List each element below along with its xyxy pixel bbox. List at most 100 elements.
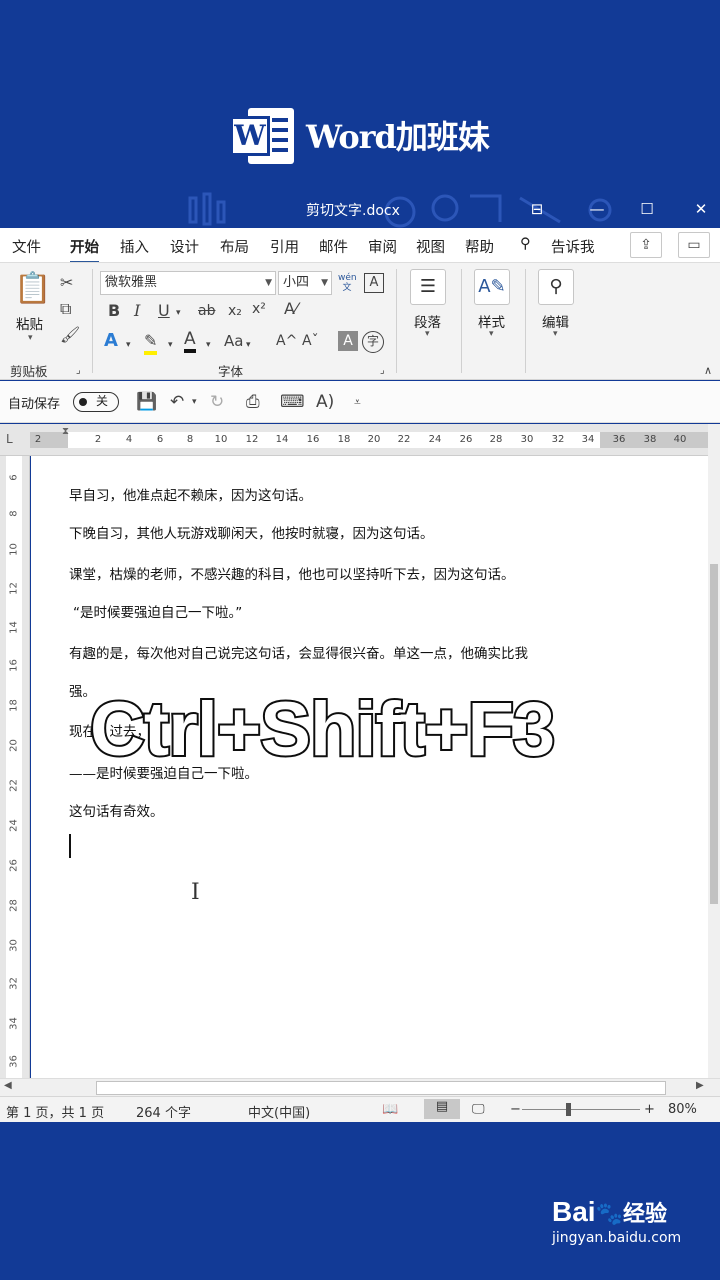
subscript-icon[interactable]: x₂: [228, 301, 242, 321]
tab-mailings[interactable]: 邮件: [319, 236, 348, 257]
language-indicator[interactable]: 中文(中国): [248, 1102, 310, 1121]
shrink-font-icon[interactable]: Aˇ: [302, 331, 319, 351]
styles-icon[interactable]: A✎: [474, 269, 510, 305]
strikethrough-icon[interactable]: ab: [198, 301, 215, 321]
text-effects-icon[interactable]: A: [104, 331, 118, 351]
phonetic-guide-icon[interactable]: wén 文: [338, 273, 357, 293]
paragraph[interactable]: 有趣的是，每次他对自己说完这句话，会显得很兴奋。单这一点，他确实比我: [69, 642, 528, 662]
word-count[interactable]: 264 个字: [136, 1102, 191, 1121]
font-name-combo[interactable]: 微软雅黑 ▼: [100, 271, 276, 295]
ribbon-display-icon[interactable]: ⊟: [526, 198, 548, 220]
print-layout-icon[interactable]: ▤: [424, 1099, 460, 1119]
close-button[interactable]: ✕: [690, 198, 712, 220]
clear-formatting-icon[interactable]: A⁄: [284, 299, 298, 319]
paragraph[interactable]: 课堂，枯燥的老师，不感兴趣的科目，他也可以坚持听下去，因为这句话。: [69, 563, 515, 583]
zoom-slider-track[interactable]: [522, 1109, 640, 1110]
paragraph[interactable]: 早自习，他准点起不赖床，因为这句话。: [69, 484, 312, 504]
editing-dropdown-icon[interactable]: ▾: [553, 329, 558, 339]
tab-insert[interactable]: 插入: [120, 236, 149, 257]
horizontal-scrollbar[interactable]: ◀ ▶: [0, 1078, 720, 1096]
read-mode-icon[interactable]: 📖: [382, 1102, 398, 1117]
ruler-number: 4: [125, 434, 133, 445]
scroll-left-icon[interactable]: ◀: [4, 1080, 12, 1091]
grow-font-icon[interactable]: A^: [276, 331, 297, 351]
search-icon[interactable]: ⚲: [520, 236, 531, 252]
zoom-slider-knob[interactable]: [566, 1103, 571, 1116]
save-icon[interactable]: 💾: [136, 391, 157, 413]
zoom-out-icon[interactable]: −: [510, 1102, 521, 1117]
scroll-right-icon[interactable]: ▶: [696, 1080, 704, 1091]
baidu-logo: Bai🐾经验: [552, 1196, 681, 1228]
paste-dropdown-icon[interactable]: ▾: [28, 333, 33, 343]
paragraph-dropdown-icon[interactable]: ▾: [425, 329, 430, 339]
minimize-button[interactable]: —: [586, 198, 608, 220]
highlight-dropdown-icon[interactable]: ▾: [168, 335, 173, 355]
touch-mode-icon[interactable]: ⌨: [280, 391, 305, 413]
cut-icon[interactable]: ✂: [60, 273, 73, 293]
character-border-icon[interactable]: A: [364, 273, 384, 293]
vertical-scrollbar[interactable]: [708, 424, 720, 1078]
superscript-icon[interactable]: x²: [252, 299, 266, 319]
ruler-number: 24: [428, 434, 442, 445]
paragraph[interactable]: “是时候要强迫自己一下啦。”: [73, 601, 242, 621]
font-size-combo[interactable]: 小四 ▼: [278, 271, 332, 295]
ribbon-separator: [525, 269, 526, 373]
read-aloud-icon[interactable]: A): [316, 391, 334, 413]
paste-icon[interactable]: 📋: [14, 271, 51, 307]
web-layout-icon[interactable]: 🖵: [472, 1102, 485, 1117]
copy-icon[interactable]: ⧉: [60, 299, 71, 319]
zoom-level[interactable]: 80%: [668, 1102, 697, 1117]
tab-selector-icon[interactable]: L: [6, 432, 13, 446]
change-case-icon[interactable]: Aa: [224, 331, 243, 351]
underline-dropdown-icon[interactable]: ▾: [176, 303, 181, 323]
format-painter-icon[interactable]: 🖌: [60, 325, 80, 345]
redo-icon[interactable]: ↻: [210, 391, 224, 413]
zoom-in-icon[interactable]: +: [644, 1102, 655, 1117]
tab-file[interactable]: 文件: [12, 236, 41, 257]
customize-toolbar-icon[interactable]: ⩡: [354, 391, 361, 413]
collapse-ribbon-icon[interactable]: ∧: [704, 361, 712, 381]
enclose-characters-icon[interactable]: 字: [362, 331, 384, 353]
font-color-icon[interactable]: A: [184, 329, 196, 353]
autosave-toggle[interactable]: 关: [73, 392, 119, 412]
maximize-button[interactable]: ☐: [636, 198, 658, 220]
change-case-dropdown-icon[interactable]: ▾: [246, 335, 251, 355]
undo-icon[interactable]: ↶: [170, 391, 184, 413]
editing-button[interactable]: 编辑: [542, 311, 569, 331]
share-icon[interactable]: ⇪: [630, 232, 662, 258]
tab-help[interactable]: 帮助: [465, 236, 494, 257]
character-shading-icon[interactable]: A: [338, 331, 358, 351]
tab-view[interactable]: 视图: [416, 236, 445, 257]
tab-layout[interactable]: 布局: [220, 236, 249, 257]
italic-icon[interactable]: I: [134, 301, 140, 321]
highlight-icon[interactable]: ✎: [144, 331, 158, 355]
print-preview-icon[interactable]: ⎙: [246, 391, 260, 413]
comments-icon[interactable]: ▭: [678, 232, 710, 258]
tab-references[interactable]: 引用: [270, 236, 299, 257]
horizontal-ruler[interactable]: L 2 ⧗ 2 4 6 8 10 12 14 16 18 20 22 24 26…: [0, 424, 720, 456]
indent-marker-icon[interactable]: ⧗: [62, 426, 69, 437]
tab-review[interactable]: 审阅: [368, 236, 397, 257]
undo-dropdown-icon[interactable]: ▾: [192, 391, 197, 413]
vertical-scrollbar-thumb[interactable]: [710, 564, 718, 904]
find-icon[interactable]: ⚲: [538, 269, 574, 305]
paste-button[interactable]: 粘贴: [16, 313, 43, 333]
tell-me-box[interactable]: 告诉我: [551, 236, 595, 257]
paragraph[interactable]: 这句话有奇效。: [69, 800, 164, 820]
horizontal-scrollbar-thumb[interactable]: [96, 1081, 666, 1095]
styles-button[interactable]: 样式: [478, 311, 505, 331]
font-launcher-icon[interactable]: ⌟: [380, 361, 385, 381]
text-effects-dropdown-icon[interactable]: ▾: [126, 335, 131, 355]
paragraph-icon[interactable]: ☰: [410, 269, 446, 305]
paragraph-button[interactable]: 段落: [414, 311, 441, 331]
paragraph[interactable]: 下晚自习，其他人玩游戏聊闲天，他按时就寝，因为这句话。: [69, 522, 434, 542]
font-color-dropdown-icon[interactable]: ▾: [206, 335, 211, 355]
vertical-ruler[interactable]: 6 8 10 12 14 16 18 20 22 24 26 28 30 32 …: [0, 456, 30, 1078]
tab-home[interactable]: 开始: [70, 236, 99, 264]
clipboard-launcher-icon[interactable]: ⌟: [76, 361, 81, 381]
tab-design[interactable]: 设计: [170, 236, 199, 257]
page-count[interactable]: 第 1 页，共 1 页: [6, 1102, 104, 1121]
styles-dropdown-icon[interactable]: ▾: [489, 329, 494, 339]
bold-icon[interactable]: B: [108, 301, 120, 321]
underline-icon[interactable]: U: [158, 301, 170, 321]
